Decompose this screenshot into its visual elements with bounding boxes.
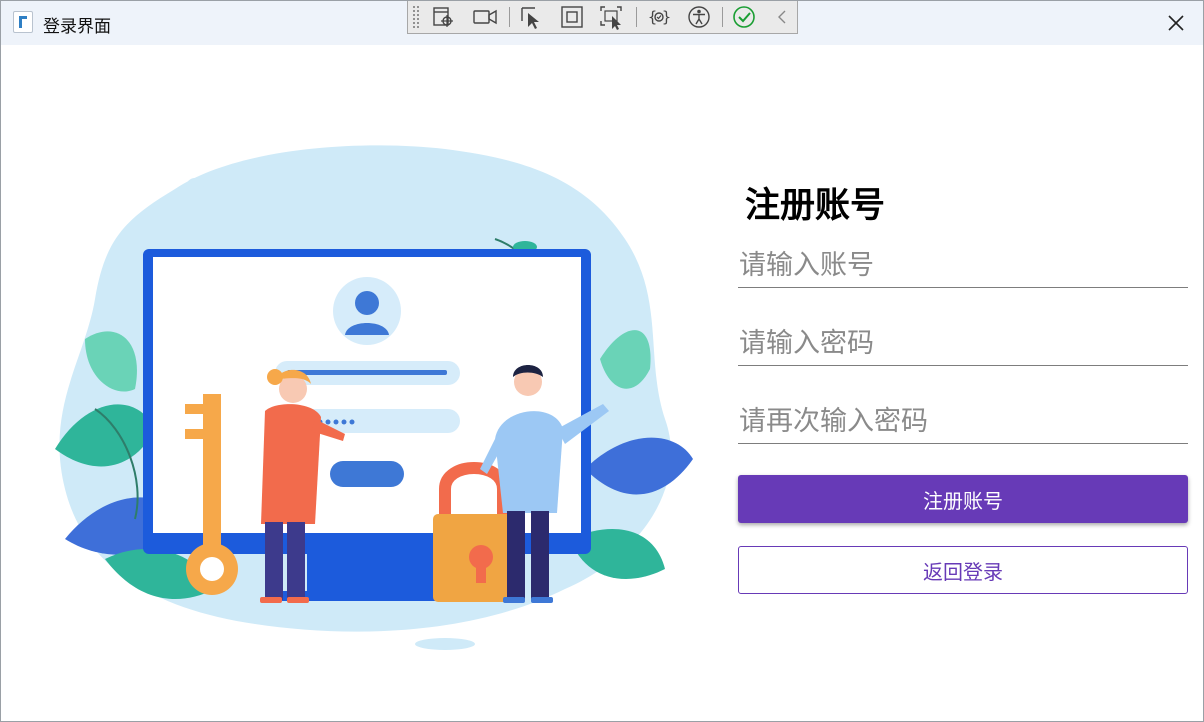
collapse-toolbar-button[interactable] xyxy=(768,3,798,31)
toolbar-separator xyxy=(509,7,510,27)
select-element-tool[interactable] xyxy=(428,3,458,31)
toolbar-separator xyxy=(636,7,637,27)
back-to-login-button[interactable]: 返回登录 xyxy=(738,546,1188,594)
checkmark-icon xyxy=(733,6,755,28)
select-with-pointer-tool[interactable] xyxy=(596,3,626,31)
select-element-icon xyxy=(433,7,453,27)
account-field xyxy=(738,244,1188,288)
toolbar-grip[interactable] xyxy=(412,5,420,29)
register-button[interactable]: 注册账号 xyxy=(738,475,1188,523)
record-video-icon xyxy=(473,9,497,25)
password-input[interactable] xyxy=(738,322,1188,365)
debug-toolbar: { } xyxy=(407,1,798,34)
login-illustration xyxy=(25,139,697,651)
app-logo-icon xyxy=(13,11,33,33)
select-with-pointer-icon xyxy=(600,6,622,30)
password-field xyxy=(738,322,1188,366)
collapse-chevron-icon xyxy=(778,10,786,24)
confirm-password-input[interactable] xyxy=(738,400,1188,443)
checkmark-tool[interactable] xyxy=(729,3,759,31)
close-button[interactable] xyxy=(1159,7,1193,39)
binding-failures-tool[interactable]: { } xyxy=(644,3,674,31)
window-title: 登录界面 xyxy=(43,17,111,37)
account-input[interactable] xyxy=(738,244,1188,287)
app-window: 登录界面 {} 注册账号 请输入账号 注册账号 返回登录 xyxy=(0,0,1204,722)
layout-bounds-icon xyxy=(561,6,583,28)
pointer-select-icon xyxy=(521,7,539,29)
accessibility-tool[interactable] xyxy=(684,3,714,31)
layout-bounds-tool[interactable] xyxy=(557,3,587,31)
accessibility-icon xyxy=(688,6,710,28)
close-icon xyxy=(1168,15,1184,31)
record-video-tool[interactable] xyxy=(470,3,500,31)
confirm-password-field xyxy=(738,400,1188,444)
toolbar-separator xyxy=(722,7,723,27)
register-heading: 注册账号 xyxy=(745,186,886,226)
binding-failures-icon: { } xyxy=(648,8,671,26)
pointer-select-tool[interactable] xyxy=(517,3,547,31)
